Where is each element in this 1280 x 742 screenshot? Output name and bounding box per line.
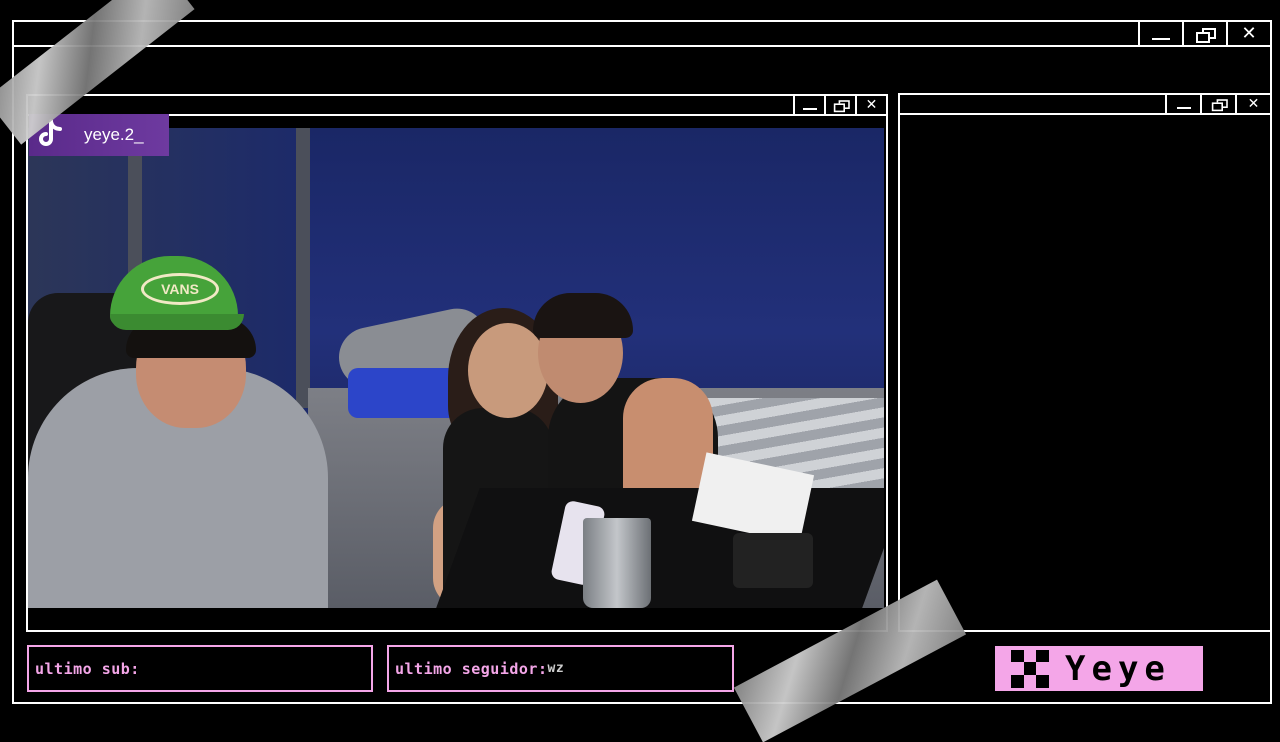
checker-icon [1011,649,1049,688]
side-restore-button[interactable] [1200,95,1235,113]
tiktok-username: yeye.2_ [84,125,144,144]
close-icon: ✕ [1247,96,1260,112]
person-head [468,323,548,418]
device [733,533,813,588]
minimize-icon [1152,37,1170,40]
last-follower-value: wz [547,661,565,676]
cap-logo: VANS [141,273,219,305]
close-icon: ✕ [865,97,878,113]
camera-minimize-button[interactable] [793,96,824,114]
camera-window-titlebar: ✕ [28,96,886,116]
restore-icon [1211,99,1228,112]
steel-cup [583,518,651,608]
restore-button[interactable] [1182,22,1226,45]
restore-icon [1196,27,1216,43]
webcam-feed: VANS [28,128,884,608]
cap-brim [110,314,244,330]
close-icon: ✕ [1241,22,1257,44]
close-button[interactable]: ✕ [1226,22,1270,45]
table [436,488,884,608]
side-window: ✕ [898,93,1272,632]
side-window-titlebar: ✕ [900,95,1270,115]
last-follower-label: ultimo seguidor: [395,659,548,678]
side-minimize-button[interactable] [1165,95,1200,113]
main-window-titlebar: ✕ [14,22,1270,47]
minimize-icon [1176,107,1191,109]
blue-cloth [348,368,458,418]
camera-close-button[interactable]: ✕ [855,96,886,114]
minimize-icon [802,108,817,110]
last-sub-label: ultimo sub: [35,659,140,678]
pole [296,128,310,408]
camera-restore-button[interactable] [824,96,855,114]
person-hair [533,293,633,338]
restore-icon [833,100,850,113]
minimize-button[interactable] [1138,22,1182,45]
side-close-button[interactable]: ✕ [1235,95,1270,113]
last-sub-box: ultimo sub: [27,645,373,692]
brand-name: Yeye [1065,648,1171,689]
last-follower-box: ultimo seguidor: wz [387,645,734,692]
brand-logo: Yeye [995,646,1203,691]
